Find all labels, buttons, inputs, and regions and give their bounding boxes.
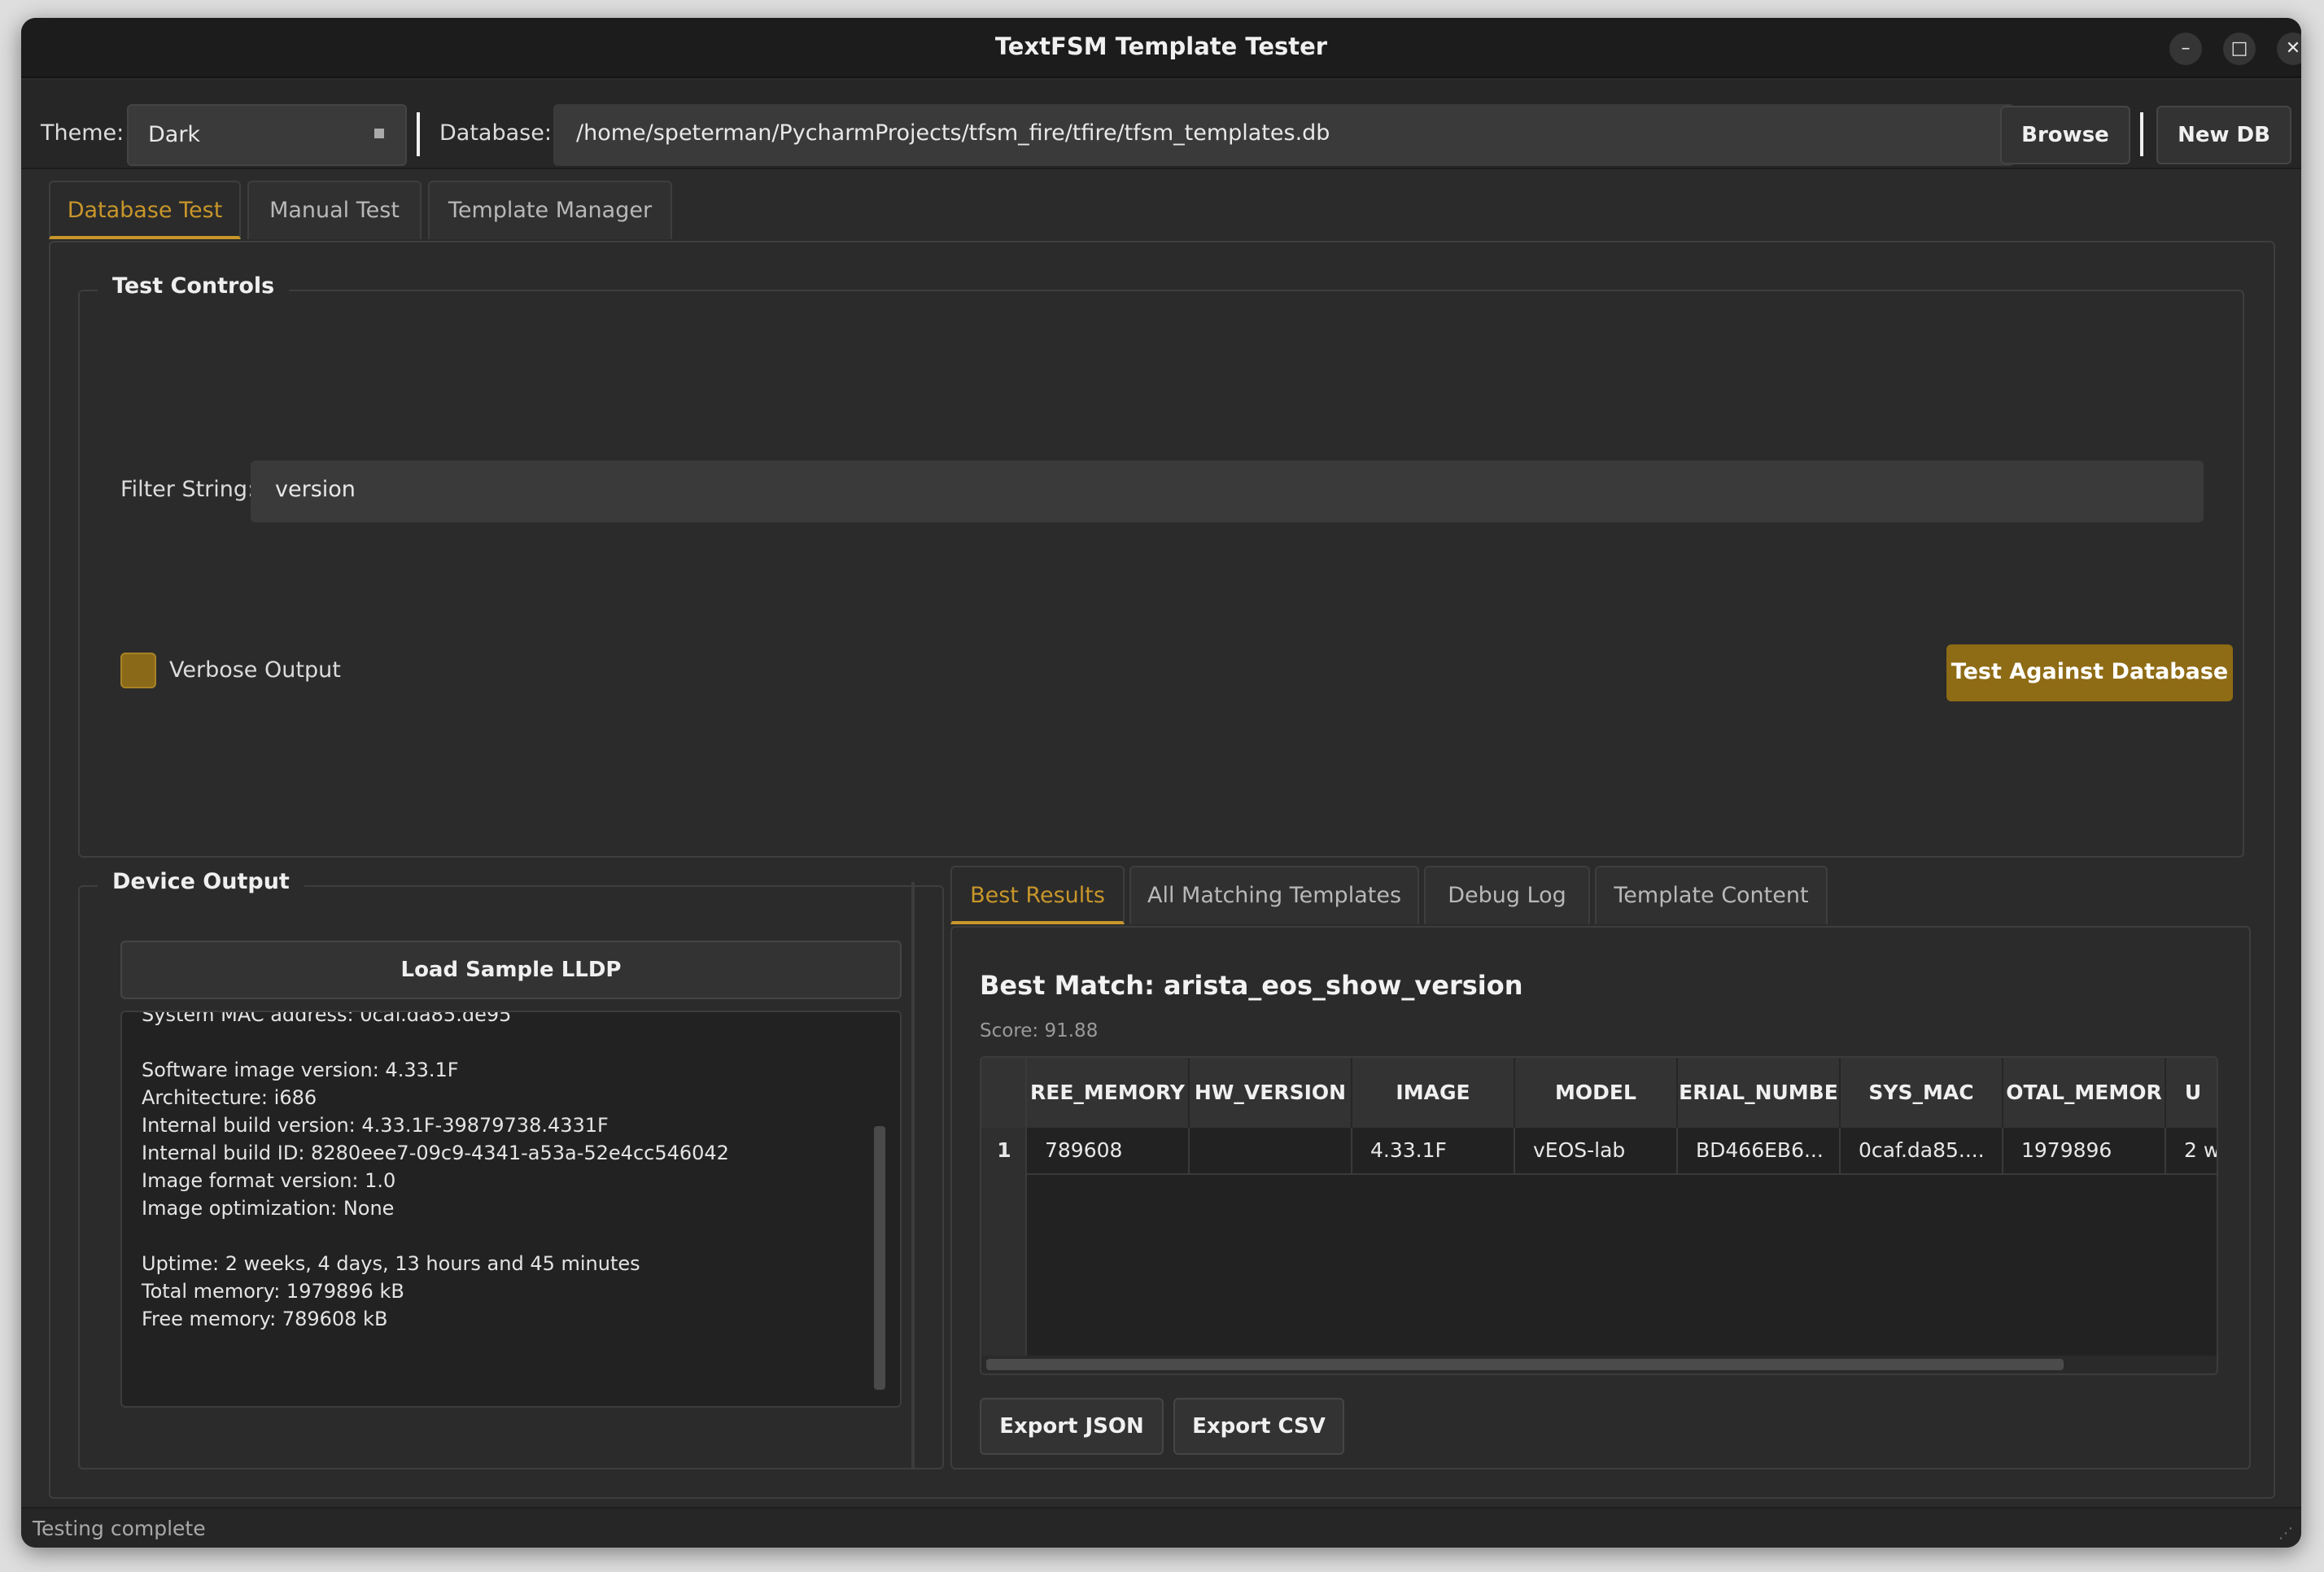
test-controls-title: Test Controls: [98, 273, 290, 299]
column-header[interactable]: OTAL_MEMOR: [2003, 1058, 2166, 1128]
test-controls-group: Test Controls Filter String: version Ver…: [78, 273, 2244, 858]
close-button[interactable]: ✕: [2277, 33, 2301, 65]
row-index: 1: [997, 1138, 1011, 1162]
export-csv-button[interactable]: Export CSV: [1173, 1398, 1344, 1455]
column-header[interactable]: U: [2166, 1058, 2217, 1128]
table-cell[interactable]: 4.33.1F: [1352, 1128, 1515, 1175]
minimize-button[interactable]: –: [2169, 33, 2202, 65]
device-output-group: Device Output Load Sample LLDP System MA…: [78, 869, 944, 1469]
output-line: System MAC address: 0caf.da85.de95: [142, 1011, 512, 1026]
table-cell[interactable]: [1190, 1128, 1352, 1175]
theme-select[interactable]: Dark: [127, 104, 407, 166]
best-match-score: Score: 91.88: [980, 1020, 1099, 1041]
toolbar: Theme: Dark Database: /home/speterman/Py…: [21, 80, 2301, 169]
output-line: Image format version: 1.0: [142, 1169, 396, 1192]
output-line: Internal build version: 4.33.1F-39879738…: [142, 1114, 609, 1137]
best-match-heading: Best Match: arista_eos_show_version: [980, 970, 1523, 1001]
resize-grip-icon[interactable]: ⋰: [2278, 1525, 2296, 1543]
table-cell[interactable]: 2 w: [2166, 1128, 2217, 1175]
best-results-panel: Best Match: arista_eos_show_version Scor…: [950, 926, 2251, 1469]
column-header[interactable]: HW_VERSION: [1190, 1058, 1352, 1128]
verbose-output-checkbox[interactable]: [120, 653, 156, 688]
table-cell[interactable]: vEOS-lab: [1515, 1128, 1678, 1175]
dropdown-indicator-icon: [374, 129, 384, 138]
table-cell[interactable]: 789608: [1027, 1128, 1190, 1175]
scrollbar-thumb[interactable]: [986, 1359, 2064, 1370]
column-header[interactable]: IMAGE: [1352, 1058, 1515, 1128]
device-output-title: Device Output: [98, 869, 304, 894]
tab-manual-test[interactable]: Manual Test: [247, 181, 422, 239]
device-output-text[interactable]: System MAC address: 0caf.da85.de95 Softw…: [120, 1011, 902, 1408]
export-json-button[interactable]: Export JSON: [980, 1398, 1164, 1455]
output-line: Free memory: 789608 kB: [142, 1308, 388, 1330]
filter-string-value: version: [275, 477, 356, 502]
load-sample-lldp-button[interactable]: Load Sample LLDP: [120, 941, 902, 999]
browse-button[interactable]: Browse: [2000, 106, 2130, 164]
output-line: Total memory: 1979896 kB: [142, 1280, 404, 1303]
app-window: TextFSM Template Tester – □ ✕ Theme: Dar…: [21, 18, 2301, 1548]
column-header[interactable]: REE_MEMORY: [1027, 1058, 1190, 1128]
tab-all-matching-templates[interactable]: All Matching Templates: [1129, 866, 1419, 924]
tab-best-results[interactable]: Best Results: [950, 866, 1125, 924]
filter-string-label: Filter String:: [120, 477, 256, 502]
output-line: Architecture: i686: [142, 1086, 317, 1109]
tab-template-manager[interactable]: Template Manager: [428, 181, 672, 239]
panel-splitter[interactable]: [911, 882, 915, 1468]
table-cell[interactable]: 1979896: [2003, 1128, 2166, 1175]
database-label: Database:: [439, 120, 552, 146]
output-line: Image optimization: None: [142, 1197, 395, 1220]
new-db-button[interactable]: New DB: [2156, 106, 2291, 164]
title-bar: TextFSM Template Tester – □ ✕: [21, 18, 2301, 78]
table-cell[interactable]: 0caf.da85....: [1841, 1128, 2003, 1175]
output-line: Uptime: 2 weeks, 4 days, 13 hours and 45…: [142, 1252, 640, 1275]
filter-string-input[interactable]: version: [251, 461, 2204, 522]
device-output-lines: System MAC address: 0caf.da85.de95 Softw…: [142, 1011, 729, 1333]
maximize-button[interactable]: □: [2223, 33, 2256, 65]
toolbar-separator: [417, 112, 420, 156]
database-path-field[interactable]: /home/speterman/PycharmProjects/tfsm_fir…: [553, 104, 2015, 166]
test-against-database-button[interactable]: Test Against Database: [1946, 644, 2233, 701]
toolbar-separator-2: [2140, 112, 2143, 156]
tab-template-content[interactable]: Template Content: [1595, 866, 1828, 924]
theme-label: Theme:: [41, 120, 124, 146]
table-corner: [981, 1058, 1027, 1128]
column-header[interactable]: MODEL: [1515, 1058, 1678, 1128]
output-line: Software image version: 4.33.1F: [142, 1059, 459, 1081]
table-horizontal-scrollbar[interactable]: [981, 1356, 2217, 1373]
verbose-output-label: Verbose Output: [169, 657, 341, 683]
status-text: Testing complete: [33, 1517, 206, 1540]
column-header[interactable]: ERIAL_NUMBE: [1678, 1058, 1841, 1128]
theme-select-value: Dark: [148, 122, 201, 147]
output-line: Internal build ID: 8280eee7-09c9-4341-a5…: [142, 1142, 729, 1164]
tab-debug-log[interactable]: Debug Log: [1424, 866, 1590, 924]
status-bar: Testing complete ⋰: [21, 1507, 2301, 1548]
window-title: TextFSM Template Tester: [994, 33, 1328, 60]
tab-database-test[interactable]: Database Test: [49, 181, 241, 239]
table-cell[interactable]: BD466EB6...: [1678, 1128, 1841, 1175]
output-scrollbar[interactable]: [874, 1126, 885, 1390]
database-path-value: /home/speterman/PycharmProjects/tfsm_fir…: [576, 120, 1330, 146]
results-table: 1 REE_MEMORY HW_VERSION IMAGE MODEL ERIA…: [980, 1056, 2218, 1375]
column-header[interactable]: SYS_MAC: [1841, 1058, 2003, 1128]
